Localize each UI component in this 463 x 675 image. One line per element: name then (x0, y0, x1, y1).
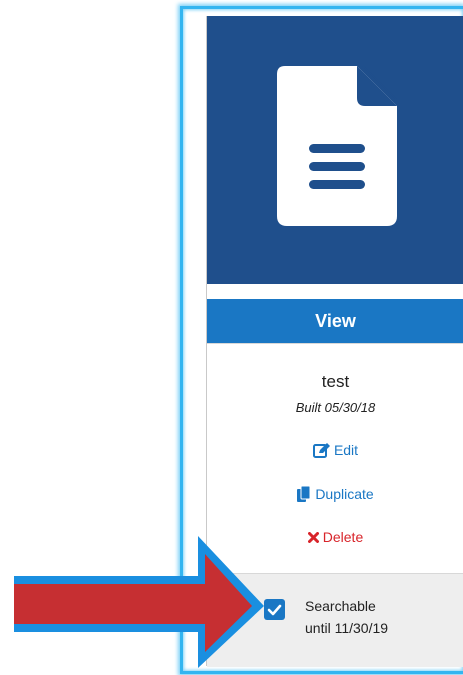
searchable-label: Searchable (305, 598, 376, 614)
document-icon (277, 66, 397, 226)
document-title: test (321, 372, 350, 391)
delete-x-icon (307, 531, 319, 543)
searchable-until: until 11/30/19 (305, 620, 389, 636)
document-thumbnail[interactable] (207, 16, 463, 284)
edit-link[interactable]: Edit (207, 442, 463, 458)
view-button[interactable]: View (207, 299, 463, 343)
red-arrow-icon (14, 536, 264, 668)
edit-icon (312, 442, 330, 458)
duplicate-label: Duplicate (315, 486, 374, 502)
built-date: Built 05/30/18 (295, 400, 376, 415)
edit-label: Edit (333, 442, 359, 458)
delete-label: Delete (322, 529, 364, 545)
searchable-text: Searchable until 11/30/19 (305, 595, 388, 639)
duplicate-link[interactable]: Duplicate (207, 486, 463, 502)
duplicate-icon (297, 486, 311, 502)
